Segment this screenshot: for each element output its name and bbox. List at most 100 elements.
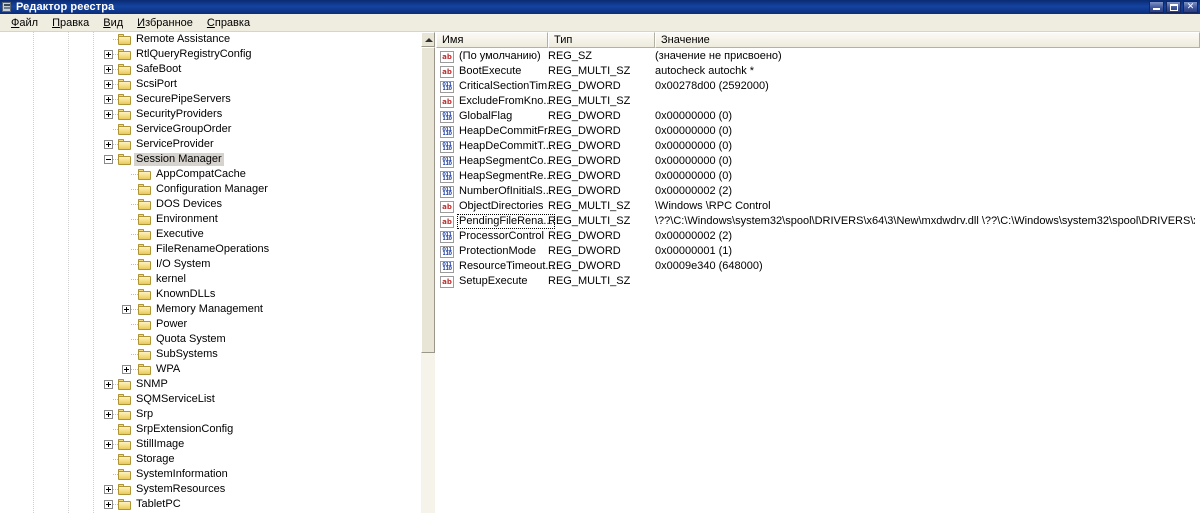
tree-vertical-scrollbar[interactable] [420,32,435,513]
tree-item-label: I/O System [156,258,211,270]
tree-item[interactable]: Environment [0,212,420,227]
value-row[interactable]: 011 110 ProtectionMode REG_DWORD 0x00000001 … [436,244,1200,259]
expand-node-icon[interactable] [104,65,113,74]
folder-icon [138,199,152,211]
value-row[interactable]: 011 110 CriticalSectionTim... REG_DWORD 0x00… [436,79,1200,94]
tree-item[interactable]: AppCompatCache [0,167,420,182]
expand-node-icon[interactable] [104,140,113,149]
tree-item[interactable]: kernel [0,272,420,287]
tree-item[interactable]: KnownDLLs [0,287,420,302]
tree-item[interactable]: StillImage [0,437,420,452]
list-header: Имя Тип Значение [436,32,1200,48]
menu-item-help[interactable]: Справка [200,15,257,31]
value-row[interactable]: 011 110 GlobalFlag REG_DWORD 0x00000000 (0) [436,109,1200,124]
folder-icon [138,169,152,181]
tree-item[interactable]: Srp [0,407,420,422]
folder-icon [138,244,152,256]
tree-item[interactable]: SafeBoot [0,62,420,77]
tree-item[interactable]: SNMP [0,377,420,392]
minimize-button[interactable] [1149,1,1164,13]
menu-label-rest: айл [19,16,39,29]
scrollbar-track[interactable] [421,47,435,513]
expand-node-icon[interactable] [104,95,113,104]
folder-icon [138,259,152,271]
value-row[interactable]: 011 110 HeapSegmentRe... REG_DWORD 0x0000000… [436,169,1200,184]
registry-tree-pane[interactable]: Remote Assistance RtlQueryRegistryConfig S… [0,32,420,513]
value-type: REG_DWORD [548,230,621,242]
tree-item[interactable]: Executive [0,227,420,242]
value-row[interactable]: 011 110 NumberOfInitialS... REG_DWORD 0x0000… [436,184,1200,199]
tree-item[interactable]: DOS Devices [0,197,420,212]
expand-node-icon[interactable] [104,80,113,89]
value-data: autocheck autochk * [655,65,755,77]
collapse-node-icon[interactable] [104,155,113,164]
tree-item-label: DOS Devices [156,198,223,210]
value-row[interactable]: 011 110 ResourceTimeout... REG_DWORD 0x0009e… [436,259,1200,274]
value-row[interactable]: 011 110 ProcessorControl REG_DWORD 0x0000000… [436,229,1200,244]
tree-item[interactable]: RtlQueryRegistryConfig [0,47,420,62]
tree-item[interactable]: ServiceGroupOrder [0,122,420,137]
expand-node-icon[interactable] [104,440,113,449]
expand-node-icon[interactable] [122,305,131,314]
value-row[interactable]: ab SetupExecute REG_MULTI_SZ [436,274,1200,289]
tree-item[interactable]: ServiceProvider [0,137,420,152]
tree-item[interactable]: Configuration Manager [0,182,420,197]
tree-item[interactable]: SecurityProviders [0,107,420,122]
folder-icon [138,304,152,316]
tree-item[interactable]: SubSystems [0,347,420,362]
expand-node-icon[interactable] [104,50,113,59]
value-row[interactable]: 011 110 HeapDeCommitFr... REG_DWORD 0x000000… [436,124,1200,139]
value-row[interactable]: ab BootExecute REG_MULTI_SZ autocheck autoc… [436,64,1200,79]
expand-node-icon[interactable] [104,500,113,509]
value-row[interactable]: ab ObjectDirectories REG_MULTI_SZ \Windows … [436,199,1200,214]
expand-node-icon[interactable] [122,365,131,374]
tree-item[interactable]: FileRenameOperations [0,242,420,257]
window-controls: ✕ [1149,1,1198,13]
tree-item[interactable]: SrpExtensionConfig [0,422,420,437]
expand-node-icon[interactable] [104,410,113,419]
menu-item-view[interactable]: Вид [96,15,130,31]
tree-item[interactable]: WPA [0,362,420,377]
value-name: ExcludeFromKno... [459,95,553,107]
tree-item[interactable]: ScsiPort [0,77,420,92]
tree-item[interactable]: I/O System [0,257,420,272]
column-header-type[interactable]: Тип [548,32,655,48]
value-name: BootExecute [459,65,522,77]
tree-item-label: SystemResources [136,483,226,495]
tree-item[interactable]: Storage [0,452,420,467]
registry-values-pane[interactable]: Имя Тип Значение ab (По умолчанию) REG_SZ (… [436,32,1200,513]
close-button[interactable]: ✕ [1183,1,1198,13]
tree-item[interactable]: Power [0,317,420,332]
column-header-value[interactable]: Значение [655,32,1200,48]
value-row[interactable]: 011 110 HeapSegmentCo... REG_DWORD 0x0000000… [436,154,1200,169]
menu-item-file[interactable]: Файл [4,15,45,31]
expand-node-icon[interactable] [104,380,113,389]
tree-item[interactable]: TabletPC [0,497,420,512]
value-name: HeapSegmentCo... [459,155,553,167]
restore-button[interactable] [1166,1,1181,13]
tree-item[interactable]: Quota System [0,332,420,347]
value-type: REG_MULTI_SZ [548,215,631,227]
expand-node-icon[interactable] [104,110,113,119]
tree-item[interactable]: SecurePipeServers [0,92,420,107]
value-row[interactable]: ab ExcludeFromKno... REG_MULTI_SZ [436,94,1200,109]
tree-item[interactable]: Remote Assistance [0,32,420,47]
dword-value-icon: 011 110 [440,171,454,183]
tree-item[interactable]: SQMServiceList [0,392,420,407]
value-row[interactable]: 011 110 HeapDeCommitT... REG_DWORD 0x0000000… [436,139,1200,154]
menu-item-favorites[interactable]: Избранное [130,15,200,31]
value-row[interactable]: ab (По умолчанию) REG_SZ (значение не присв… [436,49,1200,64]
tree-item[interactable]: Session Manager [0,152,420,167]
scrollbar-thumb[interactable] [421,47,435,353]
tree-item-label: Executive [156,228,204,240]
tree-item[interactable]: SystemResources [0,482,420,497]
tree-item[interactable]: Memory Management [0,302,420,317]
value-data: 0x00000001 (1) [655,245,733,257]
menu-item-edit[interactable]: Правка [45,15,96,31]
expand-node-icon[interactable] [104,485,113,494]
tree-item[interactable]: SystemInformation [0,467,420,482]
tree-item-label: SubSystems [156,348,218,360]
value-row[interactable]: ab PendingFileRena... REG_MULTI_SZ \??\C:\W… [436,214,1200,229]
scroll-up-arrow-icon[interactable] [421,32,435,47]
column-header-name[interactable]: Имя [436,32,548,48]
